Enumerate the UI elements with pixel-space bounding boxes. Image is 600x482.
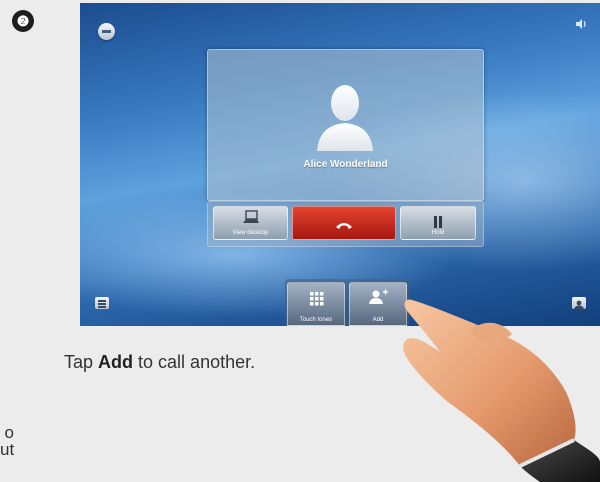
pointing-hand-icon [403, 299, 600, 482]
